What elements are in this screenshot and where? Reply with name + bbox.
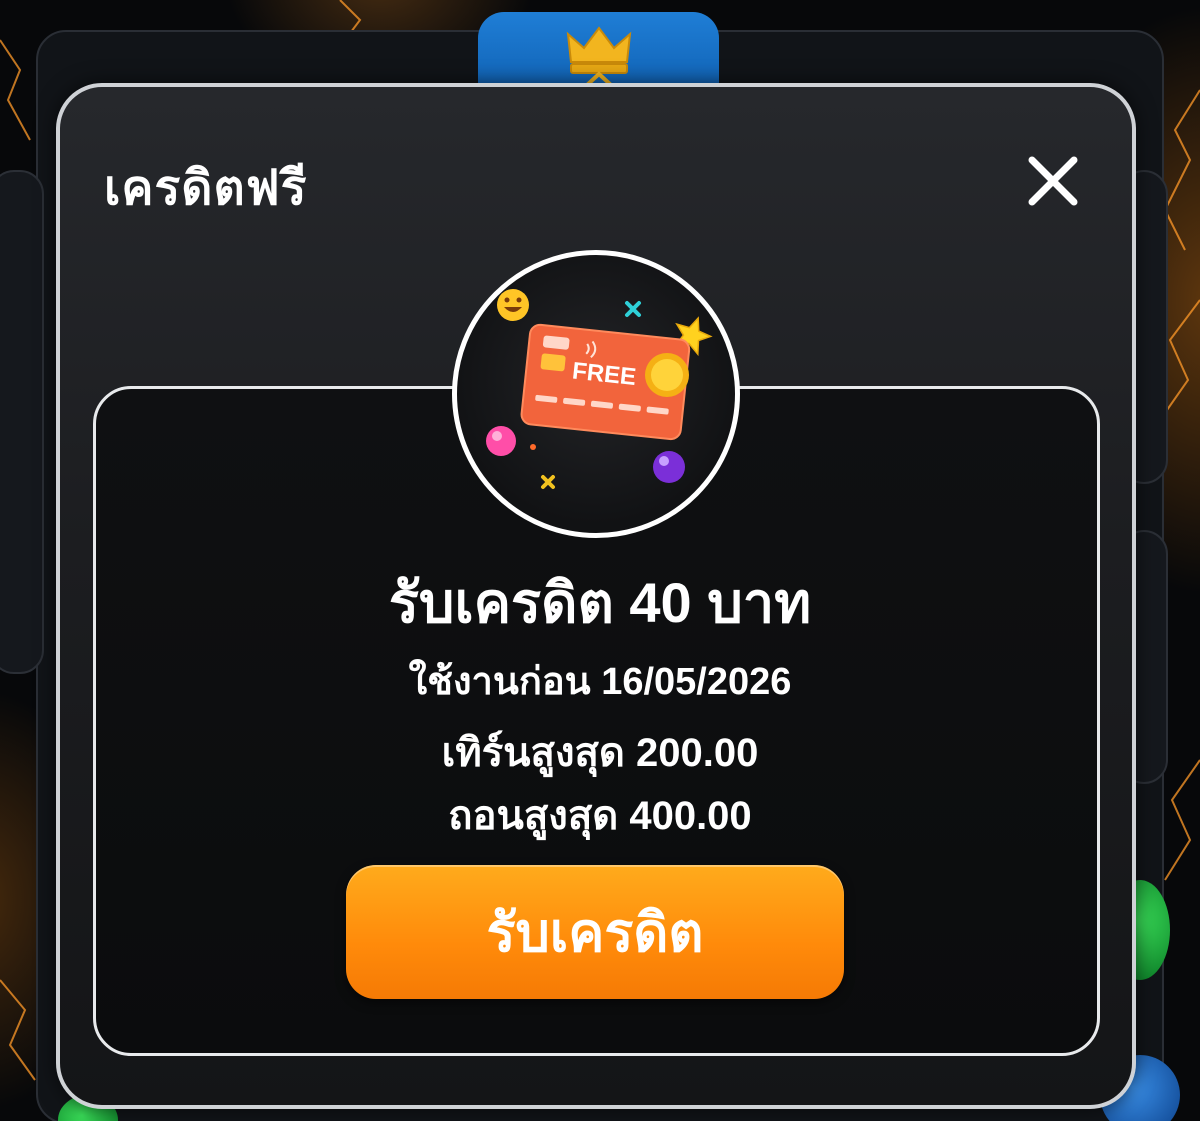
max-withdraw: ถอนสูงสุด 400.00 xyxy=(448,794,752,838)
expiry-date: ใช้งานก่อน 16/05/2026 xyxy=(408,661,792,703)
close-icon[interactable] xyxy=(1022,150,1084,212)
claim-credit-button[interactable]: รับเครดิต xyxy=(346,865,844,999)
reward-title: รับเครดิต 40 บาท xyxy=(388,571,812,634)
smile-emoji-icon xyxy=(497,289,529,321)
free-credit-card-icon: FREE xyxy=(486,289,713,489)
claim-credit-label: รับเครดิต xyxy=(486,903,704,963)
coin-icon xyxy=(645,353,689,397)
screen: เครดิตฟรี FREE รับเครดิต 40 บาท ใช้งานก่… xyxy=(0,0,1200,1121)
promo-image: FREE xyxy=(452,250,740,538)
modal-title: เครดิตฟรี xyxy=(104,162,308,215)
crown-icon xyxy=(566,26,632,86)
max-turnover: เทิร์นสูงสุด 200.00 xyxy=(441,731,759,775)
